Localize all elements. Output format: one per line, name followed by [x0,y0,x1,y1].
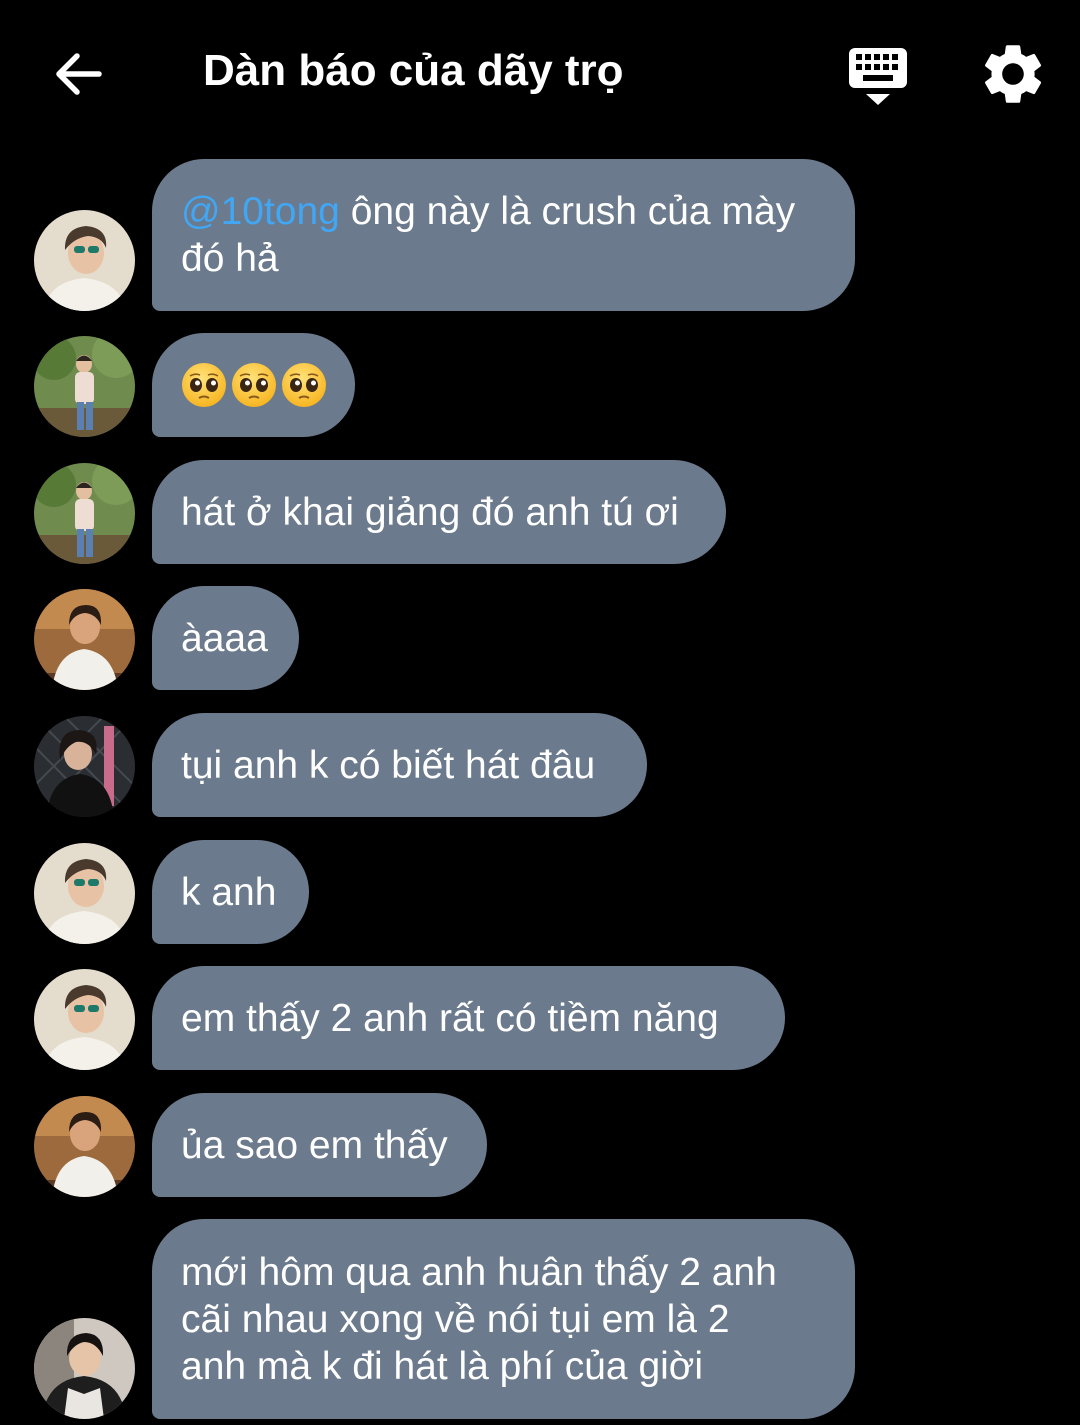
avatar-park [34,463,135,564]
avatar-cafe [34,1096,135,1197]
emoji-row [181,362,327,408]
message-row: @10tong ông này là crush của mày đó hả [0,159,1080,311]
message-row: hát ở khai giảng đó anh tú ơi [0,460,1080,564]
avatar-dark [34,716,135,817]
message-text: k anh [181,870,277,914]
message-bubble[interactable]: àaaa [152,586,299,690]
message-row: ủa sao em thấy [0,1093,1080,1197]
pleading-face-icon [182,363,226,407]
avatar[interactable] [34,336,135,437]
avatar[interactable] [34,589,135,690]
chat-title: Dàn báo của dãy trọ [203,46,624,95]
message-bubble[interactable]: em thấy 2 anh rất có tiềm năng [152,966,785,1070]
avatar-sunglasses [34,210,135,311]
message-bubble[interactable]: mới hôm qua anh huân thấy 2 anh cãi nhau… [152,1219,855,1419]
gear-icon [985,45,1042,103]
message-row: mới hôm qua anh huân thấy 2 anh cãi nhau… [0,1219,1080,1419]
message-bubble[interactable]: tụi anh k có biết hát đâu [152,713,647,817]
message-bubble[interactable]: ủa sao em thấy [152,1093,487,1197]
avatar-park [34,336,135,437]
message-text: em thấy 2 anh rất có tiềm năng [181,996,719,1040]
avatar-hoodie [34,1318,135,1419]
avatar[interactable] [34,210,135,311]
message-bubble[interactable]: hát ở khai giảng đó anh tú ơi [152,460,726,564]
back-button[interactable] [48,44,108,104]
avatar[interactable] [34,843,135,944]
message-row: em thấy 2 anh rất có tiềm năng [0,966,1080,1070]
message-row: tụi anh k có biết hát đâu [0,713,1080,817]
avatar[interactable] [34,969,135,1070]
message-text: àaaa [181,616,268,660]
message-row: àaaa [0,586,1080,690]
message-row [0,333,1080,437]
arrow-left-icon [56,53,102,95]
message-text: tụi anh k có biết hát đâu [181,743,596,787]
avatar[interactable] [34,1096,135,1197]
pleading-face-icon [282,363,326,407]
message-text: ủa sao em thấy [181,1123,448,1167]
message-row: k anh [0,840,1080,944]
avatar-sunglasses [34,843,135,944]
avatar-cafe [34,589,135,690]
message-bubble[interactable] [152,333,355,437]
keyboard-hide-icon [849,48,907,105]
message-bubble[interactable]: @10tong ông này là crush của mày đó hả [152,159,855,311]
avatar[interactable] [34,1318,135,1419]
chat-header: Dàn báo của dãy trọ [0,0,1080,145]
avatar[interactable] [34,716,135,817]
avatar[interactable] [34,463,135,564]
settings-button[interactable] [977,38,1049,110]
pleading-face-icon [232,363,276,407]
message-bubble[interactable]: k anh [152,840,309,944]
message-text: mới hôm qua anh huân thấy 2 anh cãi nhau… [181,1250,777,1388]
message-text: hát ở khai giảng đó anh tú ơi [181,490,679,534]
avatar-sunglasses [34,969,135,1070]
user-mention[interactable]: @10tong [181,190,340,233]
keyboard-hide-button[interactable] [842,40,914,112]
